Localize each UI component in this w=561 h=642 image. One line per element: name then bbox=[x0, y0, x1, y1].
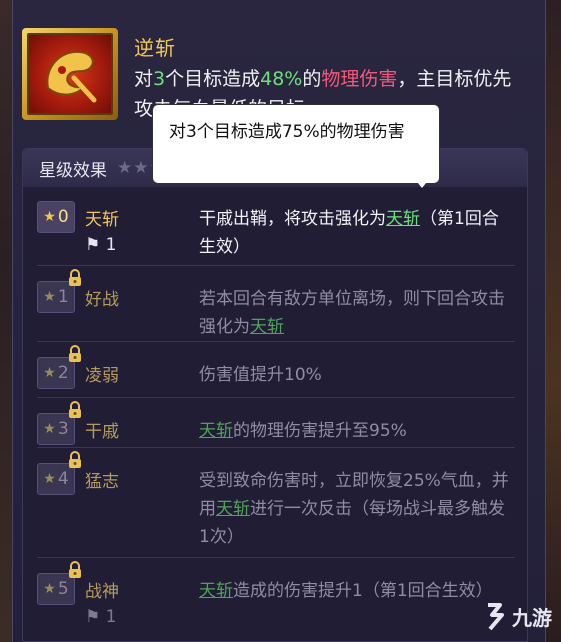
star-level-number: 1 bbox=[57, 287, 69, 307]
effect-text: 造成的伤害提升1 bbox=[233, 581, 363, 601]
round-flag: ⚑ 1 bbox=[85, 235, 116, 255]
star-effect-name: 干戚 bbox=[85, 422, 119, 442]
star-effect-description: 若本回合有敌方单位离场，则下回合攻击强化为天斩 bbox=[199, 285, 509, 341]
star-icon: ★ bbox=[43, 471, 56, 487]
star-effect-name: 凌弱 bbox=[85, 366, 119, 386]
lock-icon bbox=[69, 561, 81, 578]
star-icon: ★ bbox=[43, 421, 56, 437]
tooltip-text: 对3个目标造成75%的物理伤害 bbox=[169, 122, 405, 142]
skill-link[interactable]: 天斩 bbox=[386, 209, 420, 229]
flag-icon: ⚑ bbox=[85, 235, 106, 255]
watermark-text: 九游 bbox=[512, 605, 552, 630]
skill-desc-part: 48% bbox=[260, 68, 303, 90]
round-flag: ⚑ 1 bbox=[85, 607, 116, 627]
tooltip-tail bbox=[414, 178, 430, 188]
skill-link[interactable]: 天斩 bbox=[250, 317, 284, 337]
star-icon: ★ bbox=[43, 581, 56, 597]
skill-desc-part: 的 bbox=[302, 68, 322, 90]
star-effect-name: 猛志 bbox=[85, 472, 119, 492]
star-level-number: 0 bbox=[57, 207, 69, 227]
flag-count: 1 bbox=[105, 607, 117, 627]
skill-link[interactable]: 天斩 bbox=[216, 499, 250, 519]
star-icon: ★ bbox=[43, 289, 56, 305]
skill-icon bbox=[22, 28, 118, 120]
watermark: 九游 bbox=[482, 592, 560, 640]
star-level-badge: ★ 0 bbox=[37, 201, 75, 233]
lock-icon bbox=[69, 345, 81, 362]
star-effect-description: 天斩造成的伤害提升1（第1回合生效） bbox=[199, 577, 509, 605]
star-icon: ★ bbox=[43, 365, 56, 381]
star-level-number: 4 bbox=[57, 469, 69, 489]
row-divider bbox=[37, 557, 515, 558]
star-effect-name: 好战 bbox=[85, 290, 119, 310]
lock-icon bbox=[69, 269, 81, 286]
star-effect-description: 伤害值提升10% bbox=[199, 361, 509, 389]
row-divider bbox=[37, 265, 515, 266]
star-effects-title: 星级效果 bbox=[39, 160, 107, 181]
row-divider bbox=[37, 341, 515, 342]
star-effect-name: 天斩 bbox=[85, 210, 119, 230]
star-effect-description: 受到致命伤害时，立即恢复25%气血，并用天斩进行一次反击（每场战斗最多触发1次） bbox=[199, 467, 509, 551]
effect-text: （第1回合生效） bbox=[362, 581, 493, 601]
effect-text: 干戚出鞘，将攻击强化为 bbox=[199, 209, 386, 229]
flag-count: 1 bbox=[105, 235, 117, 255]
skill-link[interactable]: 天斩 bbox=[199, 581, 233, 601]
effect-text: 的物理伤害提升至95% bbox=[233, 421, 407, 441]
star-effect-description: 干戚出鞘，将攻击强化为天斩（第1回合生效） bbox=[199, 205, 509, 261]
lock-icon bbox=[69, 401, 81, 418]
watermark-logo-icon bbox=[488, 603, 504, 631]
star-effect-name: 战神 bbox=[85, 582, 119, 602]
star-effect-description: 天斩的物理伤害提升至95% bbox=[199, 417, 509, 445]
effect-text: 伤害值提升10% bbox=[199, 365, 322, 385]
skill-desc-part: 个目标造成 bbox=[165, 68, 261, 90]
skill-name: 逆斩 bbox=[134, 36, 176, 60]
star-level-number: 2 bbox=[57, 363, 69, 383]
skill-desc-part: 物理伤害 bbox=[321, 68, 398, 90]
lock-icon bbox=[69, 451, 81, 468]
star-level-number: 5 bbox=[57, 579, 69, 599]
star-level-number: 3 bbox=[57, 419, 69, 439]
row-divider bbox=[37, 397, 515, 398]
star-icon: ★ bbox=[43, 209, 56, 225]
row-divider bbox=[37, 447, 515, 448]
skill-link[interactable]: 天斩 bbox=[199, 421, 233, 441]
blade-icon bbox=[27, 33, 113, 115]
tooltip-popup: 对3个目标造成75%的物理伤害 bbox=[152, 104, 440, 184]
effect-text: 若本回合有敌方单位离场，则下回合攻击强化为 bbox=[199, 289, 505, 337]
skill-desc-part: 对 bbox=[134, 68, 154, 90]
skill-desc-part: 3 bbox=[153, 68, 166, 90]
flag-icon: ⚑ bbox=[85, 607, 106, 627]
star-effects-section: 星级效果 ★★★★★ ★0天斩⚑ 1干戚出鞘，将攻击强化为天斩（第1回合生效）★… bbox=[22, 148, 528, 642]
